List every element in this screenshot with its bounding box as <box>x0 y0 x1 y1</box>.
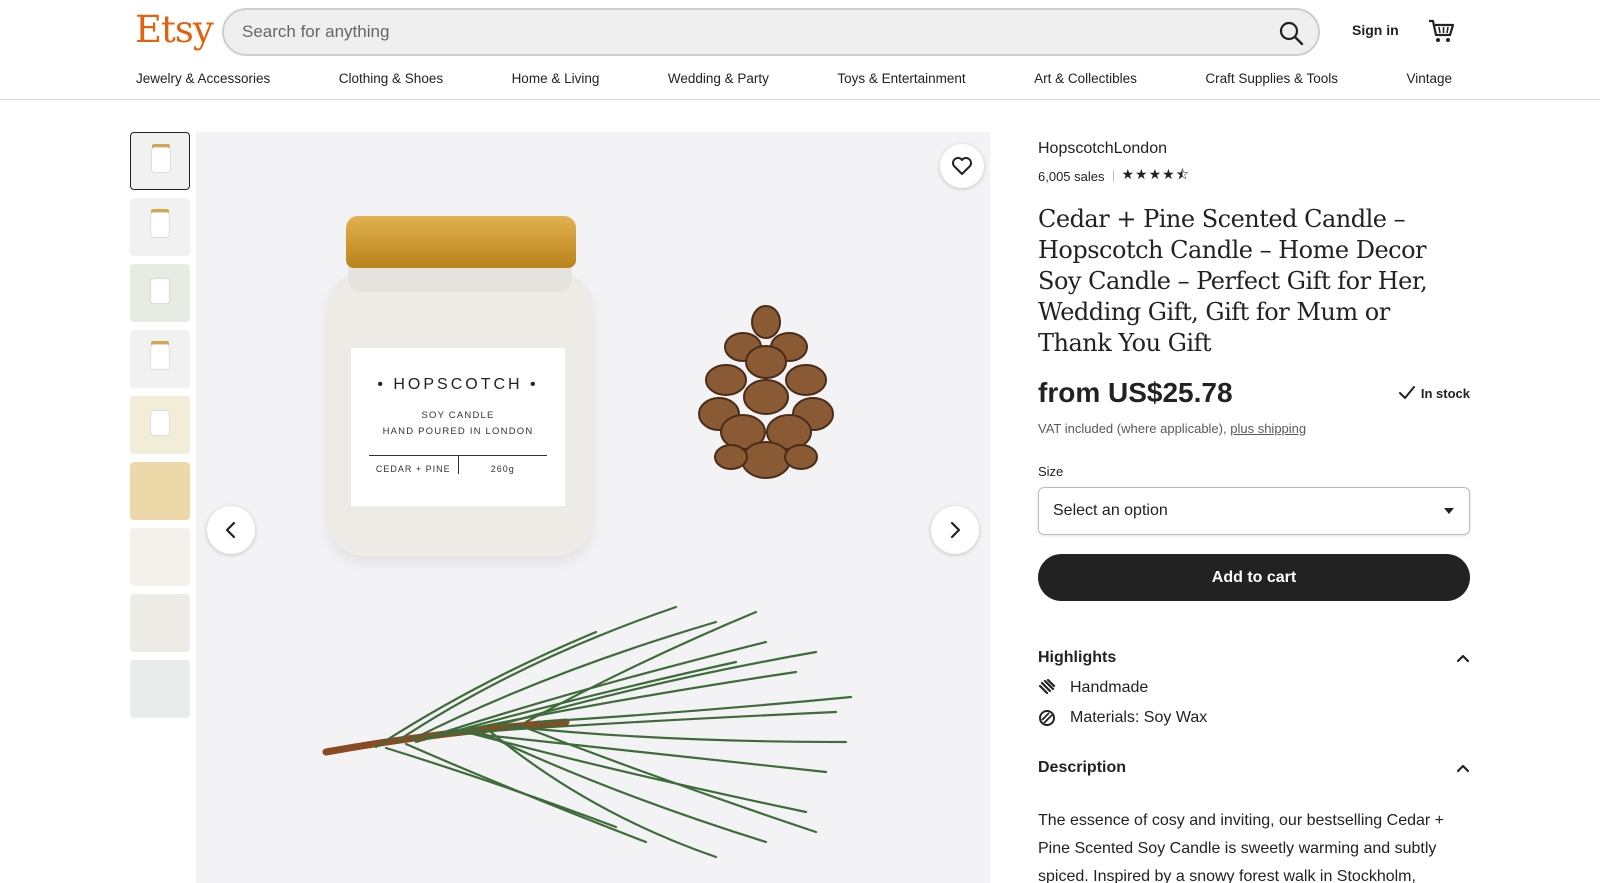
shop-name-link[interactable]: HopscotchLondon <box>1038 140 1470 158</box>
description-text: The essence of cosy and inviting, our be… <box>1038 812 1445 883</box>
thumbnail[interactable] <box>130 330 190 388</box>
thumbnail[interactable] <box>130 462 190 520</box>
shipping-link[interactable]: plus shipping <box>1230 421 1306 436</box>
thumbnail[interactable] <box>130 594 190 652</box>
caret-down-icon <box>1444 508 1454 514</box>
product-details-panel: HopscotchLondon 6,005 sales ★★★★⯪ Cedar … <box>1038 140 1470 883</box>
chevron-up-icon <box>1456 654 1470 663</box>
previous-image-button[interactable] <box>207 506 255 554</box>
highlights-section: Highlights Handmade Materials: Soy Wax <box>1038 649 1470 727</box>
size-label: Size <box>1038 464 1064 479</box>
nav-item-toys[interactable]: Toys & Entertainment <box>837 71 965 93</box>
nav-item-art[interactable]: Art & Collectibles <box>1034 71 1137 93</box>
sales-count: 6,005 sales <box>1038 168 1105 184</box>
category-nav: Jewelry & Accessories Clothing & Shoes H… <box>136 71 1452 93</box>
nav-item-wedding[interactable]: Wedding & Party <box>668 71 769 93</box>
pine-branch-image <box>322 605 853 859</box>
etsy-logo[interactable]: Etsy <box>135 8 214 51</box>
hand-icon <box>1038 679 1056 695</box>
description-toggle[interactable]: Description <box>1038 759 1470 777</box>
description-section: Description The essence of cosy and invi… <box>1038 759 1470 883</box>
search-input[interactable] <box>242 10 1242 54</box>
product-price: from US$25.78 <box>1038 377 1233 408</box>
cart-icon[interactable] <box>1427 18 1455 44</box>
checkmark-icon <box>1398 386 1415 399</box>
nav-item-home[interactable]: Home & Living <box>512 71 600 93</box>
thumbnail[interactable] <box>130 660 190 718</box>
add-to-cart-button[interactable]: Add to cart <box>1038 554 1470 601</box>
stock-status: In stock <box>1398 386 1470 401</box>
nav-item-vintage[interactable]: Vintage <box>1406 71 1452 93</box>
thumbnail[interactable] <box>130 396 190 454</box>
candle-label: • HOPSCOTCH • SOY CANDLE HAND POURED IN … <box>351 348 565 506</box>
search-icon[interactable] <box>1276 18 1306 48</box>
search-bar <box>222 8 1320 56</box>
shop-stats: 6,005 sales ★★★★⯪ <box>1038 164 1470 188</box>
size-select[interactable]: Select an option <box>1038 487 1470 535</box>
thumbnail-strip <box>130 132 190 726</box>
chevron-up-icon <box>1456 764 1470 773</box>
next-image-button[interactable] <box>931 506 979 554</box>
vat-note: VAT included (where applicable), plus sh… <box>1038 421 1307 436</box>
chevron-right-icon <box>950 521 961 539</box>
highlight-item: Handmade <box>1038 679 1470 697</box>
nav-item-jewelry[interactable]: Jewelry & Accessories <box>136 71 270 93</box>
nav-item-clothing[interactable]: Clothing & Shoes <box>339 71 443 93</box>
site-header: Etsy Sign in Jewelry & Accessories Cloth… <box>0 0 1600 100</box>
highlights-toggle[interactable]: Highlights <box>1038 649 1470 667</box>
materials-icon <box>1039 710 1055 726</box>
highlight-item: Materials: Soy Wax <box>1038 709 1470 727</box>
sign-in-link[interactable]: Sign in <box>1352 22 1399 38</box>
rating-stars[interactable]: ★★★★⯪ <box>1122 164 1190 188</box>
thumbnail[interactable] <box>130 198 190 256</box>
nav-item-craft[interactable]: Craft Supplies & Tools <box>1205 71 1338 93</box>
product-main-image: • HOPSCOTCH • SOY CANDLE HAND POURED IN … <box>196 132 990 883</box>
favorite-heart-button[interactable] <box>940 144 984 188</box>
thumbnail[interactable] <box>130 132 190 190</box>
product-title: Cedar + Pine Scented Candle – Hopscotch … <box>1038 205 1428 357</box>
thumbnail[interactable] <box>130 264 190 322</box>
chevron-left-icon <box>225 521 236 539</box>
pine-cone-image <box>698 305 834 479</box>
heart-icon <box>952 157 972 175</box>
thumbnail[interactable] <box>130 528 190 586</box>
